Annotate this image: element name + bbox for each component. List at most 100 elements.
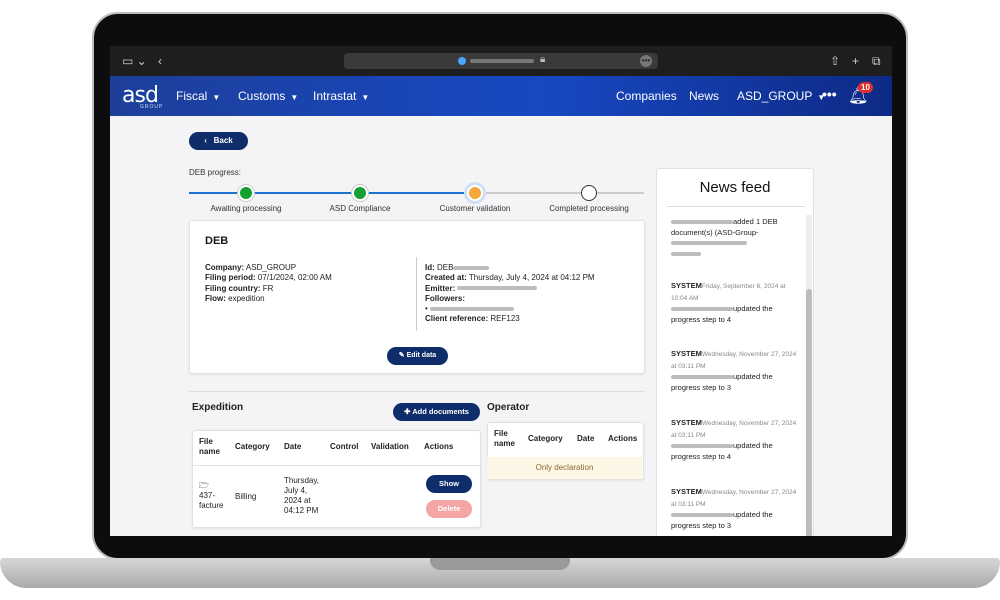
deb-card: DEB Company: ASD_GROUP Filing period: 07…: [189, 220, 645, 374]
client-ref-value: REF123: [490, 314, 520, 324]
emitter-label: Emitter:: [425, 283, 456, 293]
step-3-label: Customer validation: [439, 204, 511, 213]
logo-subtitle: GROUP: [140, 104, 164, 110]
redacted-text: [671, 251, 701, 256]
id-value: DEB: [437, 263, 454, 272]
laptop-notch: [430, 558, 570, 570]
step-2-label: ASD Compliance: [329, 204, 391, 213]
feed-actor: SYSTEM: [671, 281, 702, 290]
filing-country-label: Filing country:: [205, 283, 261, 293]
nav-fiscal-label: Fiscal: [176, 89, 208, 103]
tabs-icon[interactable]: ⧉: [872, 54, 881, 69]
news-feed-rule: [667, 206, 805, 207]
address-bar[interactable]: 🔒︎ •••: [344, 53, 658, 69]
deb-details-left: Company: ASD_GROUP Filing period: 07/1/2…: [205, 263, 332, 304]
file-category: Billing: [235, 492, 257, 501]
flow-value: expedition: [228, 293, 265, 303]
filing-period-value: 07/1/2024, 02:00 AM: [257, 273, 332, 283]
top-navigation: asd GROUP Fiscal ▼ Customs ▼ Intrastat ▼ Co…: [110, 76, 892, 116]
redacted-text: [453, 265, 490, 270]
col-actions: Actions: [608, 434, 638, 443]
edit-data-button[interactable]: ✎ Edit data: [387, 347, 448, 365]
feed-item: SYSTEMWednesday, November 27, 2024 at 03…: [671, 418, 801, 462]
more-icon[interactable]: •••: [640, 55, 652, 67]
empty-state: Only declaration: [487, 457, 642, 479]
file-date: Thursday, July 4, 2024 at 04:12 PM: [284, 476, 319, 515]
feed-actor: SYSTEM: [671, 487, 702, 496]
table-header-rule: [193, 465, 480, 466]
redacted-text: [671, 220, 733, 225]
feed-item: added 1 DEB document(s) (ASD-Group-: [671, 217, 801, 259]
redacted-text: [671, 444, 733, 449]
col-category: Category: [235, 442, 270, 451]
created-value: Thursday, July 4, 2024 at 04:12 PM: [468, 273, 595, 283]
id-label: Id:: [425, 263, 435, 272]
new-tab-icon[interactable]: +: [852, 54, 859, 68]
news-feed-title: News feed: [699, 179, 771, 196]
nav-intrastat-label: Intrastat: [313, 89, 357, 103]
nav-companies[interactable]: Companies: [616, 89, 677, 103]
edit-icon: ✎: [398, 352, 405, 359]
browser-toolbar: ▭ ⌄ ‹ 🔒︎ ••• ⇧ + ⧉: [110, 46, 892, 76]
share-icon[interactable]: ⇧: [830, 54, 840, 68]
nav-intrastat[interactable]: Intrastat ▼: [313, 89, 369, 103]
show-button[interactable]: Show: [426, 475, 472, 493]
flow-label: Flow:: [205, 293, 226, 303]
edit-label: Edit data: [406, 352, 437, 359]
nav-group[interactable]: ASD_GROUP ▼: [737, 89, 825, 103]
nav-news[interactable]: News: [689, 89, 719, 103]
col-file-name: File name: [199, 437, 220, 456]
chevron-down-icon: ▼: [212, 93, 221, 102]
redacted-text: [430, 307, 515, 312]
chevron-left-icon: ‹: [204, 136, 207, 145]
news-feed-panel: News feed added 1 DEB document(s) (ASD-G…: [656, 168, 814, 536]
redacted-text: [457, 286, 538, 291]
filing-period-label: Filing period:: [205, 273, 256, 283]
feed-scrollbar-thumb[interactable]: [806, 289, 812, 536]
followers-label: Followers:: [425, 293, 466, 303]
section-divider: [189, 391, 645, 392]
col-file-name: File name: [494, 429, 515, 448]
company-label: Company:: [205, 263, 245, 272]
feed-actor: SYSTEM: [671, 349, 702, 358]
plus-icon: ✚: [404, 407, 411, 416]
table-row: 🗁 437-facture: [199, 481, 227, 511]
step-4-label: Completed processing: [549, 204, 629, 213]
redacted-text: [671, 513, 733, 518]
notification-badge: 10: [858, 82, 873, 93]
step-1-label: Awaiting processing: [210, 204, 282, 213]
file-name[interactable]: 437-facture: [199, 491, 227, 511]
deb-details-right: Id: DEB Created at: Thursday, July 4, 20…: [425, 263, 595, 325]
client-ref-label: Client reference:: [425, 314, 489, 324]
col-control: Control: [330, 442, 359, 451]
nav-customs[interactable]: Customs ▼: [238, 89, 298, 103]
redacted-text: [671, 375, 733, 380]
deb-title: DEB: [205, 235, 229, 247]
step-4-dot: [581, 185, 597, 201]
redacted-text: [671, 241, 747, 246]
site-icon: [458, 57, 466, 65]
chevron-down-icon: ▼: [361, 93, 370, 102]
add-documents-button[interactable]: ✚ Add documents: [393, 403, 480, 421]
details-divider: [416, 257, 417, 331]
operator-title: Operator: [487, 402, 530, 413]
col-date: Date: [577, 434, 595, 443]
more-menu-icon[interactable]: •••: [822, 86, 837, 102]
back-button[interactable]: ‹ Back: [189, 132, 248, 150]
back-arrow-icon[interactable]: ‹: [158, 54, 162, 68]
nav-fiscal[interactable]: Fiscal ▼: [176, 89, 220, 103]
lock-icon: 🔒︎: [540, 54, 546, 65]
folder-icon: 🗁: [199, 481, 209, 490]
back-label: Back: [213, 136, 233, 145]
step-3-dot: [467, 185, 483, 201]
col-date: Date: [284, 442, 302, 451]
step-1-dot: [238, 185, 254, 201]
progress-label: DEB progress:: [189, 168, 242, 177]
main-content: ‹ Back DEB progress: Awaiting processing…: [110, 116, 892, 536]
redacted-text: [671, 307, 733, 312]
progress-fill: [189, 192, 475, 194]
feed-item: SYSTEMWednesday, November 27, 2024 at 03…: [671, 487, 801, 531]
step-2-dot: [352, 185, 368, 201]
sidebar-icon[interactable]: ▭ ⌄: [122, 54, 147, 68]
delete-button[interactable]: Delete: [426, 500, 472, 518]
